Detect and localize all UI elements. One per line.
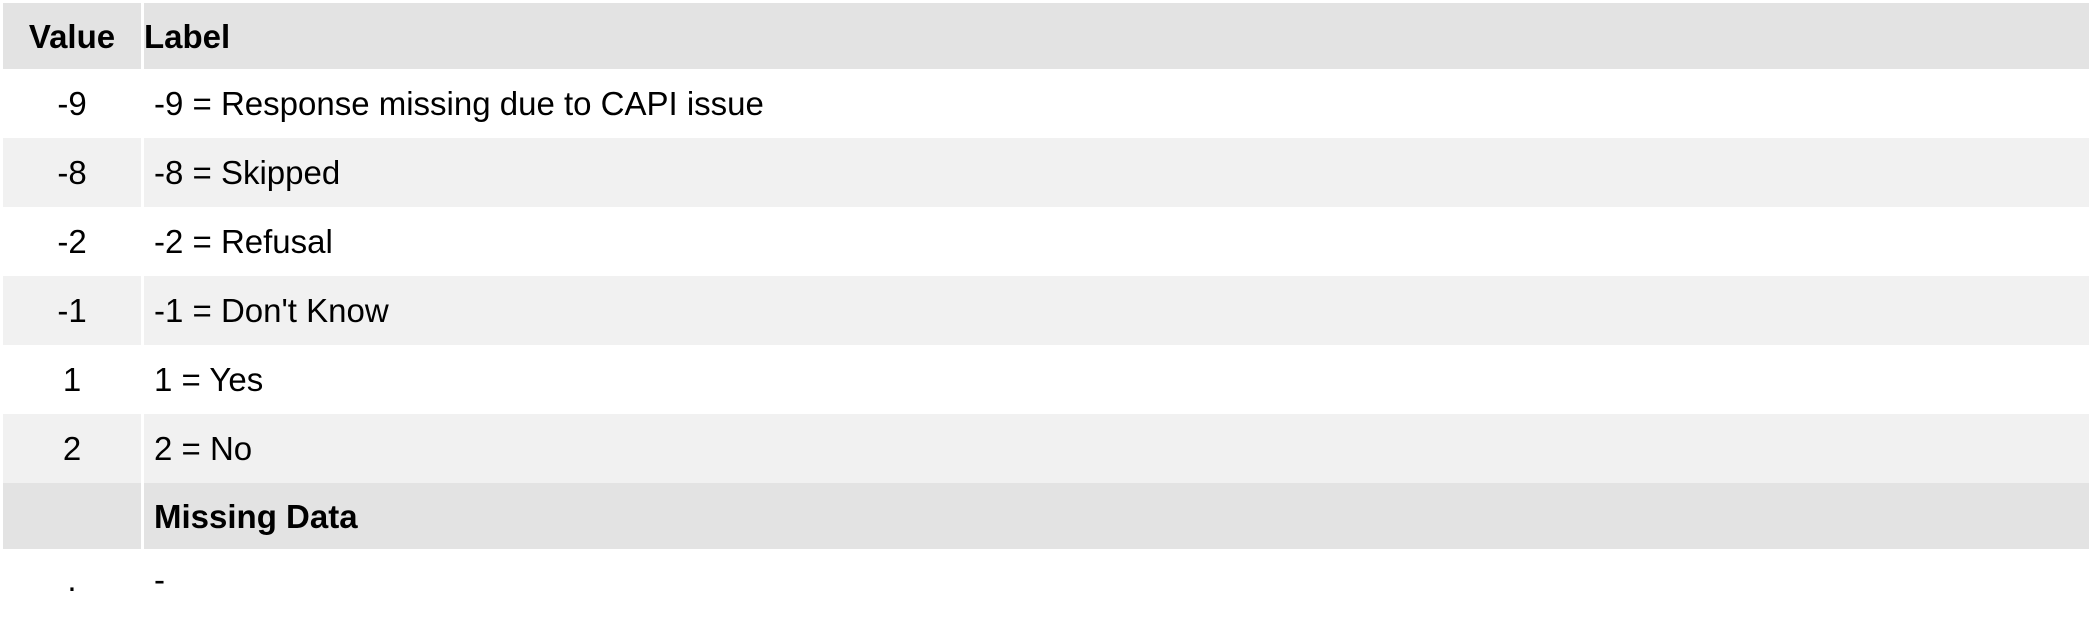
value-cell: . [3,549,144,609]
label-cell: 2 = No [144,414,2089,483]
label-column-header: Label [144,3,2089,69]
value-cell: 2 [3,414,144,483]
label-cell: -2 = Refusal [144,207,2089,276]
table-row: . - [3,549,2089,609]
label-cell: -9 = Response missing due to CAPI issue [144,69,2089,138]
table-row: -2 -2 = Refusal [3,207,2089,276]
value-cell: -9 [3,69,144,138]
value-cell: 1 [3,345,144,414]
table-row: -1 -1 = Don't Know [3,276,2089,345]
section-label-cell: Missing Data [144,483,2089,549]
section-value-cell [3,483,144,549]
label-cell: 1 = Yes [144,345,2089,414]
table-header-row: Value Label [3,3,2089,69]
value-cell: -8 [3,138,144,207]
label-cell: -1 = Don't Know [144,276,2089,345]
table-row: 1 1 = Yes [3,345,2089,414]
missing-data-section-header: Missing Data [3,483,2089,549]
table-row: 2 2 = No [3,414,2089,483]
label-cell: - [144,549,2089,609]
value-cell: -1 [3,276,144,345]
value-cell: -2 [3,207,144,276]
table-row: -8 -8 = Skipped [3,138,2089,207]
table-row: -9 -9 = Response missing due to CAPI iss… [3,69,2089,138]
value-label-table: Value Label -9 -9 = Response missing due… [3,3,2089,609]
value-column-header: Value [3,3,144,69]
label-cell: -8 = Skipped [144,138,2089,207]
